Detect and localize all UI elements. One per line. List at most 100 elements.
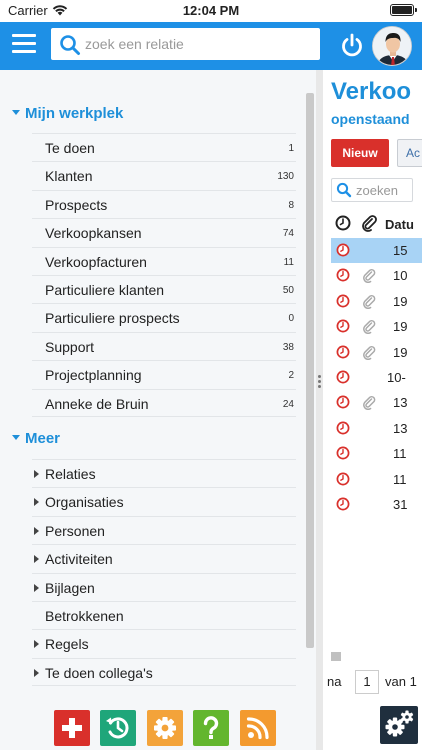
history-button[interactable] (100, 710, 136, 746)
nav-item-particuliere-klanten[interactable]: Particuliere klanten 50 (32, 274, 296, 303)
row-date: 10 (393, 268, 408, 284)
row-date: 11 (393, 446, 407, 462)
relation-search-input[interactable] (85, 28, 310, 60)
scrollbar[interactable] (306, 93, 314, 648)
help-icon (203, 716, 219, 739)
table-row[interactable]: 10 (331, 263, 422, 288)
nav-item-personen[interactable]: Personen (32, 515, 296, 544)
clock-icon (336, 370, 350, 384)
nav-item-label: Personen (45, 522, 105, 539)
paperclip-icon (363, 396, 376, 411)
navigation-panel: Mijn werkplek Te doen 1 Klanten 130 Prospe… (0, 70, 316, 706)
nav-item-bijlagen[interactable]: Bijlagen (32, 572, 296, 601)
expand-arrow-icon (34, 555, 39, 564)
add-button[interactable] (54, 710, 90, 746)
nav-item-klanten[interactable]: Klanten 130 (32, 161, 296, 189)
gears-icon (385, 710, 414, 737)
count-badge: 74 (282, 228, 294, 240)
nav-item-te-doen-collegas[interactable]: Te doen collega's (32, 657, 296, 687)
table-row[interactable]: 13 (331, 416, 422, 441)
search-icon (336, 182, 352, 198)
paperclip-icon (363, 320, 376, 335)
paperclip-icon[interactable] (361, 214, 377, 232)
clock-icon (336, 345, 350, 359)
row-date: 13 (393, 395, 408, 411)
list-search-input[interactable] (356, 179, 412, 201)
more-list: Relaties Organisaties Personen Activitei… (32, 459, 296, 687)
table-row[interactable]: 11 (331, 467, 422, 492)
expand-arrow-icon (34, 470, 39, 478)
clock-icon (336, 421, 350, 435)
horizontal-scroll-thumb[interactable] (331, 652, 341, 661)
help-button[interactable] (193, 710, 229, 746)
panel-splitter[interactable] (316, 70, 323, 750)
list-panel: Verkoo openstaand Nieuw Ac Datu 15 10 (323, 70, 422, 750)
nav-item-particuliere-prospects[interactable]: Particuliere prospects 0 (32, 303, 296, 331)
table-row[interactable]: 19 (331, 340, 422, 365)
settings-button[interactable] (147, 710, 183, 746)
nav-item-label: Te doen collega's (45, 664, 153, 681)
rss-button[interactable] (240, 710, 276, 746)
pagination: na 1 van 1 (327, 670, 422, 694)
table-row[interactable]: 13 (331, 390, 422, 415)
nav-item-regels[interactable]: Regels (32, 629, 296, 657)
table-row[interactable]: 10- (331, 365, 422, 390)
nav-item-verkoopfacturen[interactable]: Verkoopfacturen 11 (32, 246, 296, 275)
nav-item-label: Prospects (45, 196, 108, 213)
clock-icon (336, 446, 350, 460)
record-list: 15 10 19 19 19 10- 13 13 11 11 31 (331, 238, 422, 517)
section-my-workplace[interactable]: Mijn werkplek (12, 105, 123, 122)
nav-item-activiteiten[interactable]: Activiteiten (32, 544, 296, 572)
clock-icon[interactable] (335, 215, 351, 231)
count-badge: 130 (277, 171, 294, 183)
pagination-prefix: na (327, 674, 342, 689)
nav-item-organisaties[interactable]: Organisaties (32, 487, 296, 515)
history-icon (106, 717, 129, 739)
nav-item-support[interactable]: Support 38 (32, 331, 296, 360)
avatar[interactable] (372, 26, 412, 66)
table-row[interactable]: 11 (331, 441, 422, 466)
nav-item-label: Anneke de Bruin (45, 395, 149, 412)
page-number-input[interactable]: 1 (355, 670, 379, 694)
power-icon[interactable] (340, 33, 364, 59)
page-subtitle: openstaand (331, 111, 410, 127)
nav-item-relaties[interactable]: Relaties (32, 459, 296, 487)
nav-item-label: Relaties (45, 466, 96, 482)
expand-arrow-icon (34, 668, 39, 677)
table-row[interactable]: 15 (331, 238, 422, 264)
app-settings-button[interactable] (380, 706, 418, 744)
count-badge: 1 (288, 143, 294, 154)
page-title: Verkoo (331, 78, 412, 105)
count-badge: 38 (282, 341, 294, 353)
table-row[interactable]: 19 (331, 314, 422, 339)
nav-item-anneke-de-bruin[interactable]: Anneke de Bruin 24 (32, 388, 296, 417)
battery-icon (390, 4, 417, 16)
date-column-header[interactable]: Datu (385, 217, 414, 232)
nav-item-label: Te doen (45, 140, 95, 156)
nav-item-betrokkenen[interactable]: Betrokkenen (32, 600, 296, 629)
nav-item-verkoopkansen[interactable]: Verkoopkansen 74 (32, 218, 296, 246)
section-title: Meer (25, 430, 61, 447)
workplace-list: Te doen 1 Klanten 130 Prospects 8 Verkoopka… (32, 133, 296, 417)
paperclip-icon (363, 269, 376, 284)
section-more[interactable]: Meer (12, 430, 60, 447)
clock-icon (336, 395, 350, 409)
status-bar: Carrier 12:04 PM (0, 0, 422, 22)
count-badge: 24 (282, 398, 294, 410)
count-badge: 8 (288, 199, 294, 211)
clock-icon (336, 243, 350, 257)
list-search (331, 178, 413, 202)
table-row[interactable]: 19 (331, 289, 422, 314)
clock-icon (336, 497, 350, 511)
nav-item-prospects[interactable]: Prospects 8 (32, 189, 296, 218)
nav-item-projectplanning[interactable]: Projectplanning 2 (32, 360, 296, 388)
nav-item-te-doen[interactable]: Te doen 1 (32, 133, 296, 161)
expand-arrow-icon (34, 526, 39, 535)
table-row[interactable]: 31 (331, 492, 422, 517)
user-avatar-icon (373, 27, 411, 65)
rss-icon (246, 717, 269, 740)
action-button[interactable]: Ac (397, 139, 422, 167)
nav-item-label: Particuliere klanten (45, 281, 165, 298)
hamburger-menu-icon[interactable] (12, 34, 36, 56)
new-button[interactable]: Nieuw (331, 139, 389, 167)
